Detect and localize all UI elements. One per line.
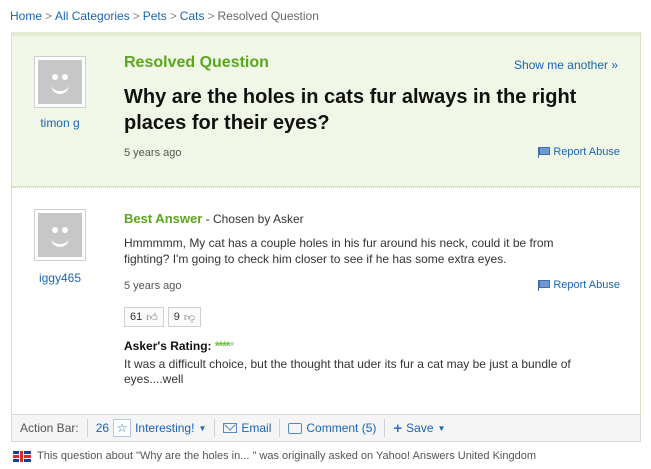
- avatar-face-icon: [38, 213, 82, 257]
- asker-rating-comment: It was a difficult choice, but the thoug…: [124, 357, 571, 386]
- best-answer-heading: Best Answer: [124, 211, 203, 226]
- vote-buttons: 61 👍︎ 9 👎︎: [124, 307, 202, 327]
- interesting-button[interactable]: 26 ☆ Interesting! ▼: [86, 419, 215, 437]
- action-bar-label: Action Bar:: [20, 421, 79, 435]
- thumbs-down-icon: 👎︎: [183, 311, 196, 324]
- answerer-avatar[interactable]: [34, 209, 86, 261]
- breadcrumb-separator: >: [207, 9, 215, 23]
- chosen-by-text: - Chosen by Asker: [202, 212, 304, 226]
- best-answer-panel: iggy465 Best Answer - Chosen by Asker Hm…: [11, 187, 641, 414]
- comment-button[interactable]: Comment (5): [279, 419, 384, 437]
- question-panel: timon g Resolved Question Show me anothe…: [11, 32, 641, 187]
- save-button[interactable]: + Save ▼: [384, 419, 453, 437]
- thumbs-down-count: 9: [173, 311, 180, 323]
- thumbs-up-count: 61: [130, 311, 143, 323]
- comment-icon: [288, 422, 303, 434]
- asker-rating: Asker's Rating: *****: [124, 339, 235, 353]
- answer-text: Hmmmmm, My cat has a couple holes in his…: [124, 236, 554, 266]
- answer-time-ago: 5 years ago: [124, 280, 182, 292]
- uk-flag-icon: [13, 450, 31, 462]
- best-answer-label: Best Answer - Chosen by Asker: [124, 211, 304, 226]
- email-label: Email: [241, 421, 272, 435]
- envelope-icon: [223, 423, 238, 433]
- question-heading: Resolved Question: [124, 54, 269, 71]
- show-another-link[interactable]: Show me another »: [514, 58, 618, 72]
- thumbs-up-button[interactable]: 61 👍︎: [124, 307, 164, 327]
- breadcrumb: Home > All Categories > Pets > Cats > Resolved Q…: [10, 9, 319, 23]
- plus-icon: +: [393, 419, 403, 437]
- empty-star-icon: *: [229, 339, 235, 353]
- comment-label: Comment (5): [306, 421, 377, 435]
- report-abuse-label: Report Abuse: [553, 279, 620, 291]
- interesting-label: Interesting!: [135, 421, 195, 435]
- filled-stars-icon: ****: [214, 339, 231, 353]
- origin-footnote: This question about "Why are the holes i…: [13, 450, 536, 462]
- question-time-ago: 5 years ago: [124, 147, 182, 159]
- chevron-down-icon: ▼: [198, 423, 207, 433]
- avatar-face-icon: [38, 60, 82, 104]
- save-label: Save: [406, 421, 434, 435]
- breadcrumb-home-link[interactable]: Home: [10, 9, 42, 23]
- breadcrumb-separator: >: [45, 9, 53, 23]
- breadcrumb-current: Resolved Question: [217, 9, 319, 23]
- asker-avatar[interactable]: [34, 56, 86, 108]
- chevron-down-icon: ▼: [437, 423, 446, 433]
- answerer-username-link[interactable]: iggy465: [30, 271, 90, 285]
- asker-rating-label: Asker's Rating:: [124, 339, 212, 353]
- breadcrumb-separator: >: [132, 9, 140, 23]
- question-title: Why are the holes in cats fur always in …: [124, 86, 577, 134]
- flag-icon: [538, 279, 551, 291]
- action-bar: Action Bar: 26 ☆ Interesting! ▼ Email Co…: [11, 414, 641, 442]
- rating-stars: *****: [214, 339, 235, 353]
- email-button[interactable]: Email: [214, 419, 279, 437]
- report-abuse-label: Report Abuse: [553, 146, 620, 158]
- breadcrumb-pets-link[interactable]: Pets: [143, 9, 167, 23]
- breadcrumb-all-categories-link[interactable]: All Categories: [55, 9, 130, 23]
- asker-username-link[interactable]: timon g: [30, 116, 90, 130]
- origin-footnote-text: This question about "Why are the holes i…: [37, 450, 537, 462]
- answer-report-abuse-link[interactable]: Report Abuse: [538, 279, 620, 291]
- question-report-abuse-link[interactable]: Report Abuse: [538, 146, 620, 158]
- breadcrumb-cats-link[interactable]: Cats: [180, 9, 205, 23]
- thumbs-up-icon: 👍︎: [146, 311, 158, 324]
- interesting-count: 26: [95, 421, 110, 435]
- thumbs-down-button[interactable]: 9 👎︎: [167, 307, 202, 327]
- star-icon: ☆: [113, 419, 132, 437]
- breadcrumb-separator: >: [169, 9, 177, 23]
- flag-icon: [538, 146, 551, 158]
